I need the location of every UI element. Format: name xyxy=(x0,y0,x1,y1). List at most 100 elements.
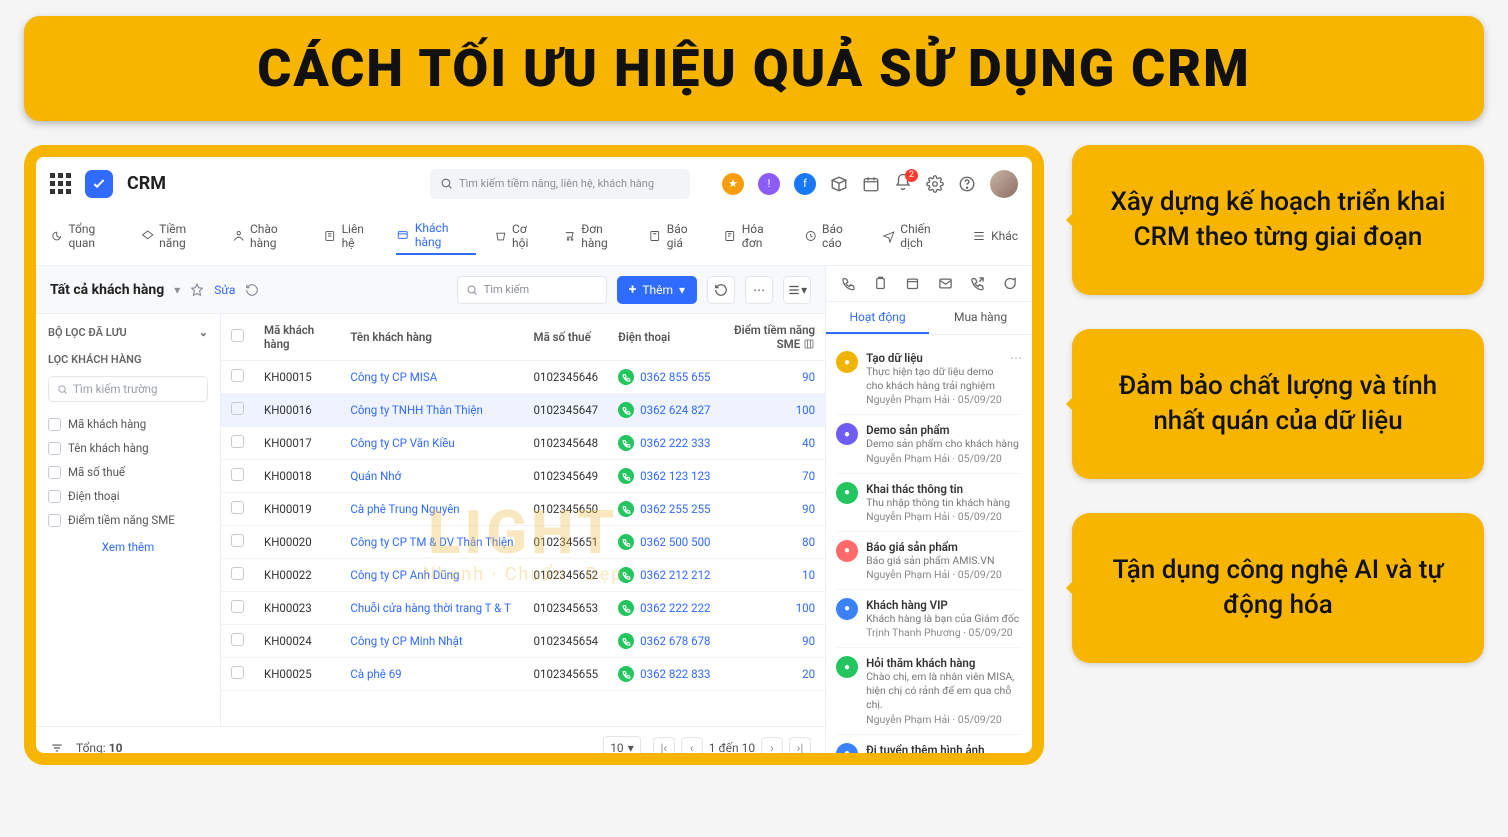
cell-phone[interactable]: 0362 123 123 xyxy=(608,460,720,493)
cell-name[interactable]: Công ty CP Anh Dũng xyxy=(340,559,523,592)
row-checkbox[interactable] xyxy=(231,468,244,481)
cell-score[interactable]: 90 xyxy=(721,361,826,394)
filter-checkbox[interactable]: Mã khách hàng xyxy=(48,412,208,436)
cell-score[interactable]: 40 xyxy=(721,427,826,460)
cell-phone[interactable]: 0362 624 827 xyxy=(608,394,720,427)
activity-item[interactable]: ●Demo sản phẩmDemo sản phẩm cho khách hà… xyxy=(836,415,1022,473)
nav-hóa-đơn[interactable]: Hóa đơn xyxy=(723,218,785,254)
table-row[interactable]: KH00020Công ty CP TM & DV Thân Thiện0102… xyxy=(221,526,825,559)
nav-báo-giá[interactable]: Báo giá xyxy=(648,218,705,254)
calendar-icon[interactable] xyxy=(862,175,880,193)
refresh-icon[interactable] xyxy=(245,283,259,297)
filter-checkbox[interactable]: Điểm tiềm năng SME xyxy=(48,508,208,532)
cell-name[interactable]: Công ty CP MISA xyxy=(340,361,523,394)
cell-name[interactable]: Cà phê 69 xyxy=(340,658,523,691)
activity-item[interactable]: ●Đi tuyển thêm hình ảnh xyxy=(836,735,1022,753)
nav-chiến-dịch[interactable]: Chiến dịch xyxy=(882,218,954,254)
table-row[interactable]: KH00023Chuỗi cửa hàng thời trang T & T01… xyxy=(221,592,825,625)
show-more-link[interactable]: Xem thêm xyxy=(48,540,208,554)
activity-more-icon[interactable]: ⋯ xyxy=(1010,351,1022,406)
table-row[interactable]: KH00016Công ty TNHH Thân Thiện0102345647… xyxy=(221,394,825,427)
column-header[interactable]: Mã khách hàng xyxy=(254,314,340,361)
cell-name[interactable]: Công ty CP Minh Nhật xyxy=(340,625,523,658)
row-checkbox[interactable] xyxy=(231,435,244,448)
nav-đơn-hàng[interactable]: Đơn hàng xyxy=(563,218,631,254)
row-checkbox[interactable] xyxy=(231,402,244,415)
filter-checkbox[interactable]: Tên khách hàng xyxy=(48,436,208,460)
page-size-select[interactable]: 10 ▾ xyxy=(603,736,641,754)
row-checkbox[interactable] xyxy=(231,501,244,514)
phone-out-icon[interactable] xyxy=(970,276,985,291)
table-row[interactable]: KH00019Cà phê Trung Nguyên01023456500362… xyxy=(221,493,825,526)
nav-liên-hệ[interactable]: Liên hệ xyxy=(323,218,378,254)
star-icon[interactable]: ★ xyxy=(722,173,744,195)
pin-icon[interactable] xyxy=(190,283,204,297)
nav-tổng-quan[interactable]: Tổng quan xyxy=(50,218,123,254)
app-grid-icon[interactable] xyxy=(50,173,71,194)
chat-icon[interactable] xyxy=(1002,276,1017,291)
nav-khác[interactable]: Khác xyxy=(972,225,1018,247)
cell-score[interactable]: 100 xyxy=(721,394,826,427)
help-icon[interactable] xyxy=(958,175,976,193)
list-view-button[interactable]: ▾ xyxy=(783,276,811,304)
table-row[interactable]: KH00017Công ty CP Văn Kiều01023456480362… xyxy=(221,427,825,460)
bell-wrap[interactable]: 2 xyxy=(894,173,912,194)
cell-score[interactable]: 10 xyxy=(721,559,826,592)
cell-score[interactable]: 90 xyxy=(721,493,826,526)
cell-name[interactable]: Cà phê Trung Nguyên xyxy=(340,493,523,526)
activity-item[interactable]: ●Tạo dữ liệuThực hiện tạo dữ liệu demo c… xyxy=(836,343,1022,415)
activity-item[interactable]: ●Khai thác thông tinThu nhập thông tin k… xyxy=(836,474,1022,532)
tab-purchase[interactable]: Mua hàng xyxy=(929,302,1032,334)
saved-filter-heading[interactable]: BỘ LỌC ĐÃ LƯU ⌄ xyxy=(48,326,208,339)
nav-chào-hàng[interactable]: Chào hàng xyxy=(232,218,306,254)
cell-name[interactable]: Chuỗi cửa hàng thời trang T & T xyxy=(340,592,523,625)
add-button[interactable]: + Thêm ▾ xyxy=(617,276,697,304)
cell-phone[interactable]: 0362 222 222 xyxy=(608,592,720,625)
nav-tiềm-năng[interactable]: Tiềm năng xyxy=(141,218,214,254)
nav-báo-cáo[interactable]: Báo cáo xyxy=(804,218,864,254)
cell-score[interactable]: 20 xyxy=(721,658,826,691)
cell-phone[interactable]: 0362 500 500 xyxy=(608,526,720,559)
field-search-input[interactable]: Tìm kiếm trường xyxy=(48,376,208,402)
more-button[interactable]: ⋯ xyxy=(745,276,773,304)
activity-item[interactable]: ●Báo giá sản phẩmBáo giá sản phẩm AMIS.V… xyxy=(836,532,1022,590)
cell-phone[interactable]: 0362 855 655 xyxy=(608,361,720,394)
settings-columns-icon[interactable] xyxy=(50,741,64,754)
cell-phone[interactable]: 0362 822 833 xyxy=(608,658,720,691)
row-checkbox[interactable] xyxy=(231,369,244,382)
cell-phone[interactable]: 0362 222 333 xyxy=(608,427,720,460)
cell-name[interactable]: Công ty CP Văn Kiều xyxy=(340,427,523,460)
first-page-button[interactable]: |‹ xyxy=(653,737,675,754)
calendar-small-icon[interactable] xyxy=(905,276,920,291)
phone-icon[interactable] xyxy=(841,276,856,291)
table-row[interactable]: KH00018Quán Nhớ01023456490362 123 12370 xyxy=(221,460,825,493)
table-row[interactable]: KH00024Công ty CP Minh Nhật0102345654036… xyxy=(221,625,825,658)
select-all-checkbox[interactable] xyxy=(231,329,244,342)
next-page-button[interactable]: › xyxy=(761,737,783,754)
nav-cơ-hội[interactable]: Cơ hội xyxy=(494,218,545,254)
activity-item[interactable]: ●Hỏi thăm khách hàngChào chị, em là nhân… xyxy=(836,648,1022,735)
mail-icon[interactable] xyxy=(938,276,953,291)
tab-activity[interactable]: Hoạt động xyxy=(826,302,929,334)
table-row[interactable]: KH00015Công ty CP MISA01023456460362 855… xyxy=(221,361,825,394)
cell-phone[interactable]: 0362 255 255 xyxy=(608,493,720,526)
activity-item[interactable]: ●Khách hàng VIPKhách hàng là bạn của Giá… xyxy=(836,590,1022,648)
row-checkbox[interactable] xyxy=(231,534,244,547)
clipboard-icon[interactable] xyxy=(873,276,888,291)
cell-score[interactable]: 80 xyxy=(721,526,826,559)
filter-checkbox[interactable]: Mã số thuế xyxy=(48,460,208,484)
row-checkbox[interactable] xyxy=(231,666,244,679)
info-icon[interactable]: ! xyxy=(758,173,780,195)
edit-button[interactable]: Sửa xyxy=(214,283,235,297)
cell-score[interactable]: 100 xyxy=(721,592,826,625)
column-header[interactable]: Mã số thuế xyxy=(524,314,609,361)
table-search-input[interactable]: Tìm kiếm xyxy=(457,276,607,304)
row-checkbox[interactable] xyxy=(231,633,244,646)
cell-score[interactable]: 70 xyxy=(721,460,826,493)
cell-name[interactable]: Công ty TNHH Thân Thiện xyxy=(340,394,523,427)
facebook-icon[interactable]: f xyxy=(794,173,816,195)
cell-score[interactable]: 90 xyxy=(721,625,826,658)
cell-phone[interactable]: 0362 212 212 xyxy=(608,559,720,592)
cell-phone[interactable]: 0362 678 678 xyxy=(608,625,720,658)
last-page-button[interactable]: ›| xyxy=(789,737,811,754)
